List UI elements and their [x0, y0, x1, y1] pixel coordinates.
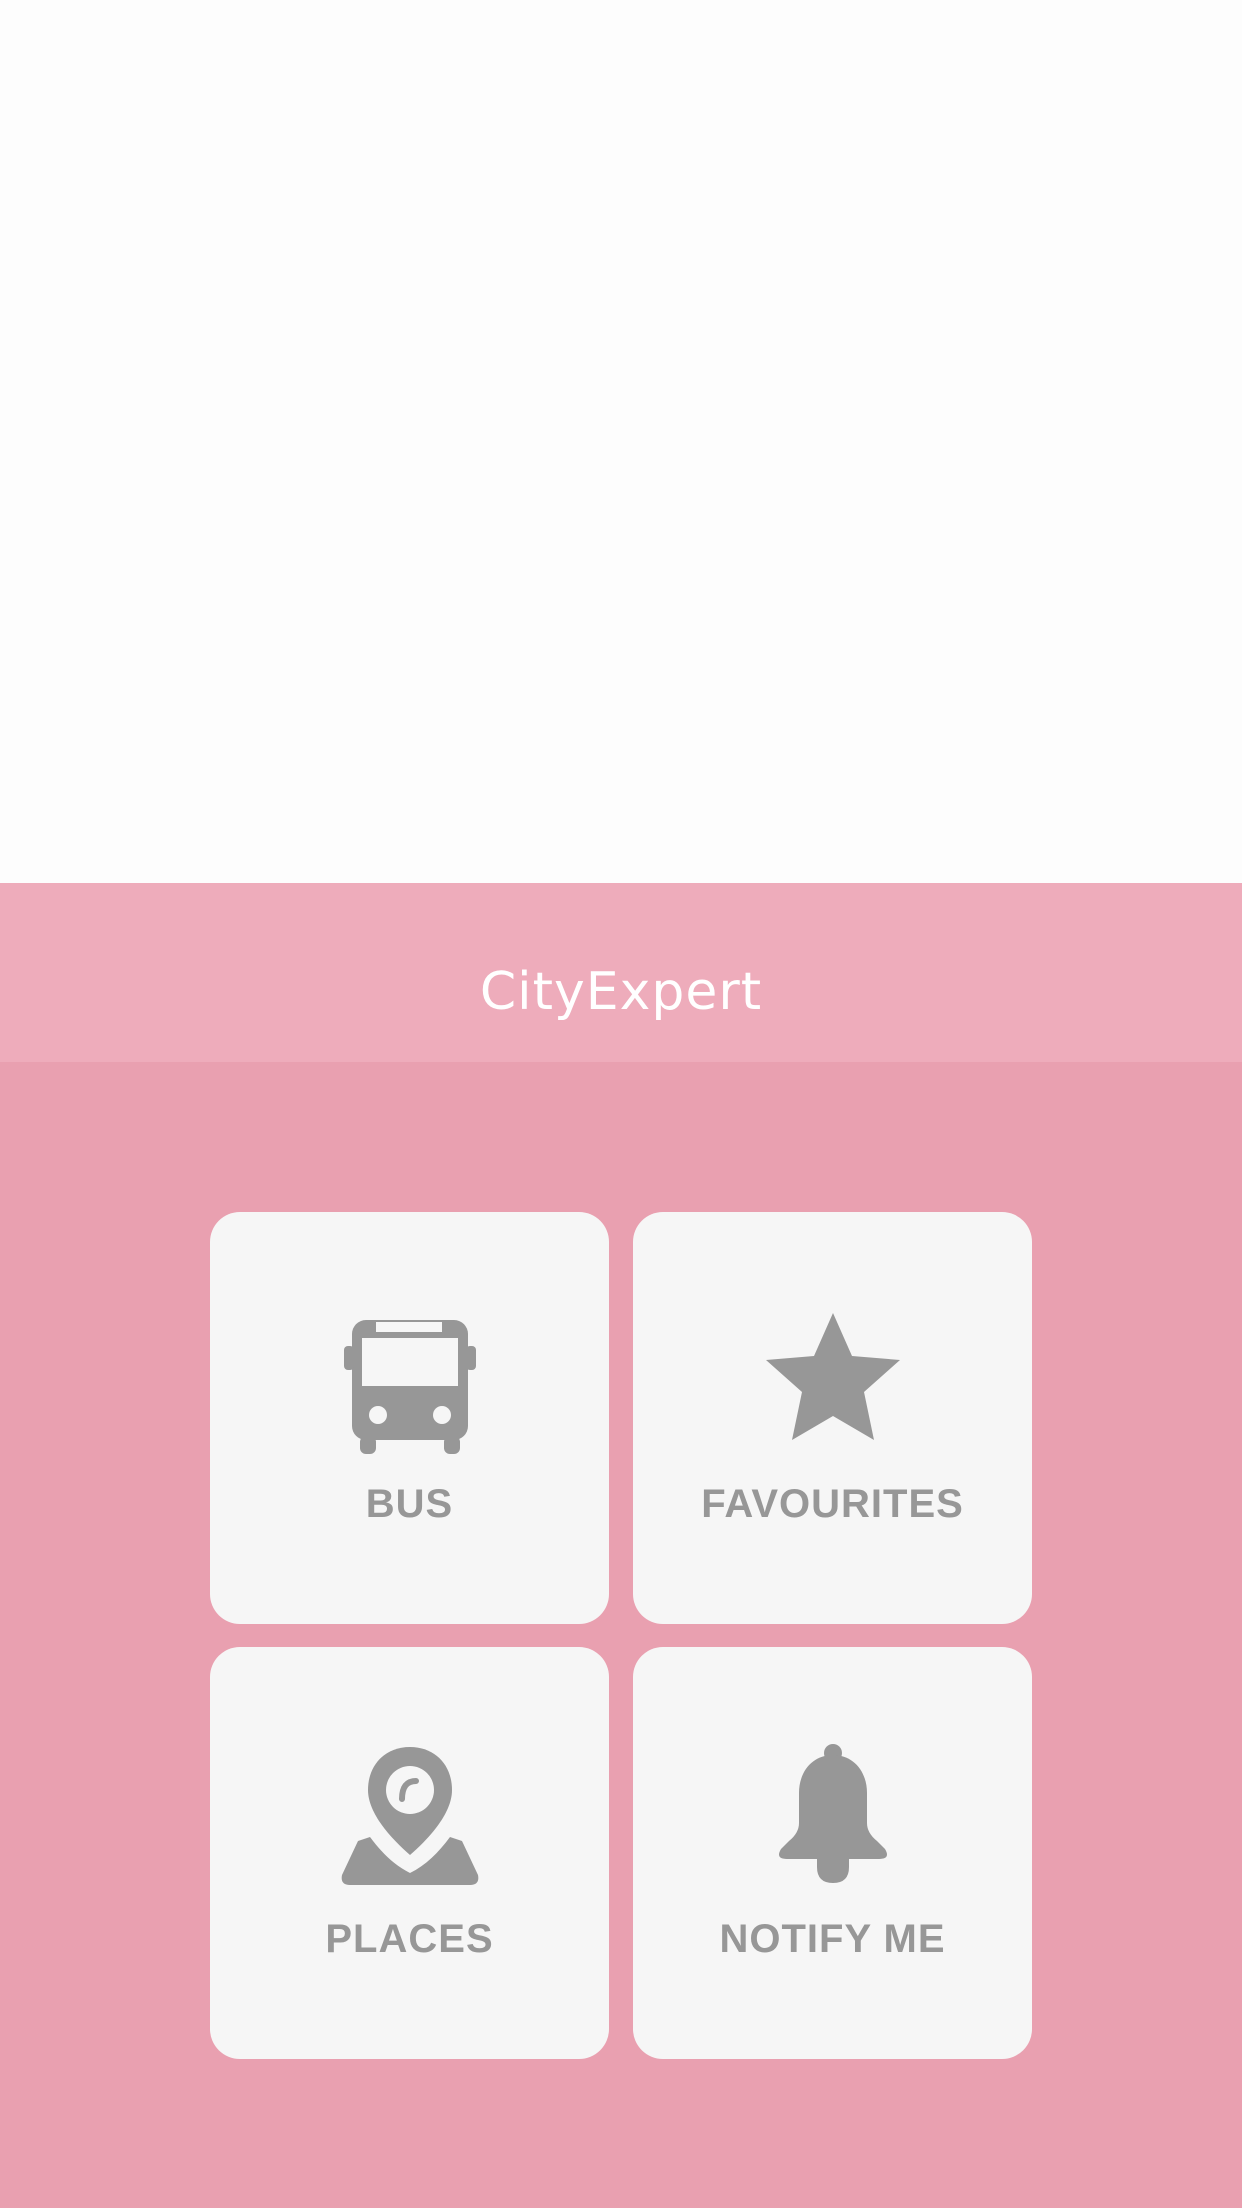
favourites-button[interactable]: FAVOURITES	[633, 1212, 1032, 1624]
star-icon	[753, 1308, 913, 1458]
bus-icon	[330, 1308, 490, 1458]
favourites-label: FAVOURITES	[701, 1482, 964, 1526]
bus-label: BUS	[365, 1482, 454, 1526]
places-label: PLACES	[325, 1917, 494, 1961]
bus-button[interactable]: BUS	[210, 1212, 609, 1624]
app-screen: CityExpert BUS FAVOURITES PLACES NOTIFY …	[0, 883, 1242, 2208]
map-pin-icon	[330, 1743, 490, 1893]
notify-me-label: NOTIFY ME	[719, 1917, 946, 1961]
blank-area	[0, 0, 1242, 883]
header-bar: CityExpert	[0, 883, 1242, 1062]
bell-icon	[753, 1743, 913, 1893]
places-button[interactable]: PLACES	[210, 1647, 609, 2059]
app-title: CityExpert	[479, 961, 763, 1022]
notify-me-button[interactable]: NOTIFY ME	[633, 1647, 1032, 2059]
